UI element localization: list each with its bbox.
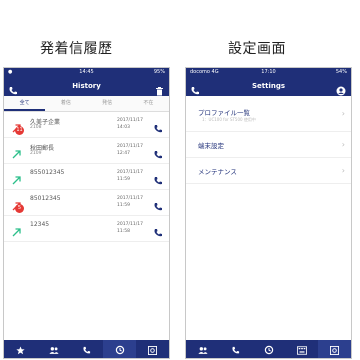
call-datetime: 2017/11/17 11:58 [117, 221, 143, 235]
keypad-icon [296, 340, 307, 359]
chevron-right-icon: › [341, 140, 345, 149]
call-time: 11:59 [117, 177, 130, 182]
maintenance-label: メンテナンス [198, 168, 237, 176]
contacts-icon [197, 340, 208, 359]
keypad-tab[interactable] [285, 340, 318, 358]
call-button-icon[interactable] [153, 197, 163, 216]
phone-icon [82, 340, 91, 359]
page-title: Settings [251, 82, 286, 90]
missed-count-badge: 5 [15, 204, 24, 213]
history-row[interactable]: 855012345 2017/11/17 11:59 [4, 164, 169, 190]
contact-extension: 2108 [30, 125, 42, 130]
profiles-current: 1：UC100 for ST500 使用中 [202, 117, 256, 122]
status-battery: 54% [335, 69, 347, 75]
chevron-right-icon: › [341, 166, 345, 175]
history-icon [115, 340, 125, 359]
contacts-tab[interactable] [37, 340, 70, 358]
phone-tab[interactable] [219, 340, 252, 358]
contacts-icon [48, 340, 59, 359]
nav-bar: History [4, 77, 169, 96]
status-bar: ● 14:45 95% [4, 68, 169, 77]
call-direction-icon [12, 170, 22, 189]
contact-name: 85012345 [30, 195, 61, 202]
settings-tab[interactable] [318, 340, 351, 358]
call-date: 2017/11/17 [117, 118, 143, 123]
settings-icon [148, 340, 157, 359]
call-date: 2017/11/17 [117, 170, 143, 175]
settings-item-profiles[interactable]: プロファイル一覧 1：UC100 for ST500 使用中 › [186, 96, 351, 132]
call-date: 2017/11/17 [117, 222, 143, 227]
device-settings-label: 端末設定 [198, 142, 224, 150]
call-button-icon[interactable] [153, 119, 163, 138]
contacts-tab[interactable] [186, 340, 219, 358]
contact-name: 12345 [30, 221, 50, 228]
settings-item-maintenance[interactable]: メンテナンス › [186, 158, 351, 184]
call-time: 12:47 [117, 151, 130, 156]
star-icon [16, 340, 25, 359]
contact-name: 855012345 [30, 169, 65, 176]
call-time: 11:59 [117, 203, 130, 208]
settings-tab[interactable] [136, 340, 169, 358]
nav-bar: Settings [186, 77, 351, 96]
status-battery: 95% [153, 69, 165, 75]
history-tab[interactable] [103, 340, 136, 358]
phone-icon [231, 340, 240, 359]
chevron-right-icon: › [341, 109, 345, 118]
tab-outgoing[interactable]: 発信 [87, 96, 128, 111]
call-datetime: 2017/11/17 12:47 [117, 143, 143, 157]
call-button-icon[interactable] [153, 223, 163, 242]
settings-icon [330, 340, 339, 359]
profiles-label: プロファイル一覧 [198, 109, 250, 117]
history-row[interactable]: 11 久美子企業 2108 2017/11/17 14:03 [4, 112, 169, 138]
history-row[interactable]: 5 85012345 2017/11/17 11:59 [4, 190, 169, 216]
settings-caption: 設定画面 [228, 41, 286, 57]
call-button-icon[interactable] [153, 145, 163, 164]
tab-incoming[interactable]: 着信 [45, 96, 86, 111]
trash-icon[interactable] [155, 81, 164, 100]
history-icon [264, 340, 274, 359]
call-datetime: 2017/11/17 11:59 [117, 169, 143, 183]
phone-tab[interactable] [70, 340, 103, 358]
call-direction-icon [12, 222, 22, 241]
call-datetime: 2017/11/17 14:03 [117, 117, 143, 131]
history-caption: 発着信履歴 [40, 41, 113, 57]
history-row[interactable]: 12345 2017/11/17 11:58 [4, 216, 169, 242]
status-time: 17:10 [261, 69, 276, 75]
call-button-icon[interactable] [153, 171, 163, 190]
page-title: History [72, 82, 101, 90]
status-bar: docomo 4G 17:10 54% [186, 68, 351, 77]
call-date: 2017/11/17 [117, 144, 143, 149]
call-direction-icon [12, 144, 22, 163]
favorites-tab[interactable] [4, 340, 37, 358]
call-datetime: 2017/11/17 11:59 [117, 195, 143, 209]
missed-count-badge: 11 [15, 126, 24, 135]
bottom-nav [186, 340, 351, 358]
call-date: 2017/11/17 [117, 196, 143, 201]
status-time: 14:45 [79, 69, 94, 75]
history-tabs: 全て 着信 発信 不在 [4, 96, 169, 112]
settings-screen: docomo 4G 17:10 54% Settings プロファイル一覧 1：… [185, 67, 352, 359]
bottom-nav [4, 340, 169, 358]
call-time: 14:03 [117, 125, 130, 130]
history-list: 11 久美子企業 2108 2017/11/17 14:03 秋田郵長 2109 2017/1… [4, 112, 169, 242]
history-screen: ● 14:45 95% History 全て 着信 発信 不在 11 久美子企業 2… [3, 67, 170, 359]
settings-item-device[interactable]: 端末設定 › [186, 132, 351, 158]
history-row[interactable]: 秋田郵長 2109 2017/11/17 12:47 [4, 138, 169, 164]
history-tab[interactable] [252, 340, 285, 358]
contact-extension: 2109 [30, 151, 42, 156]
call-time: 11:58 [117, 229, 130, 234]
